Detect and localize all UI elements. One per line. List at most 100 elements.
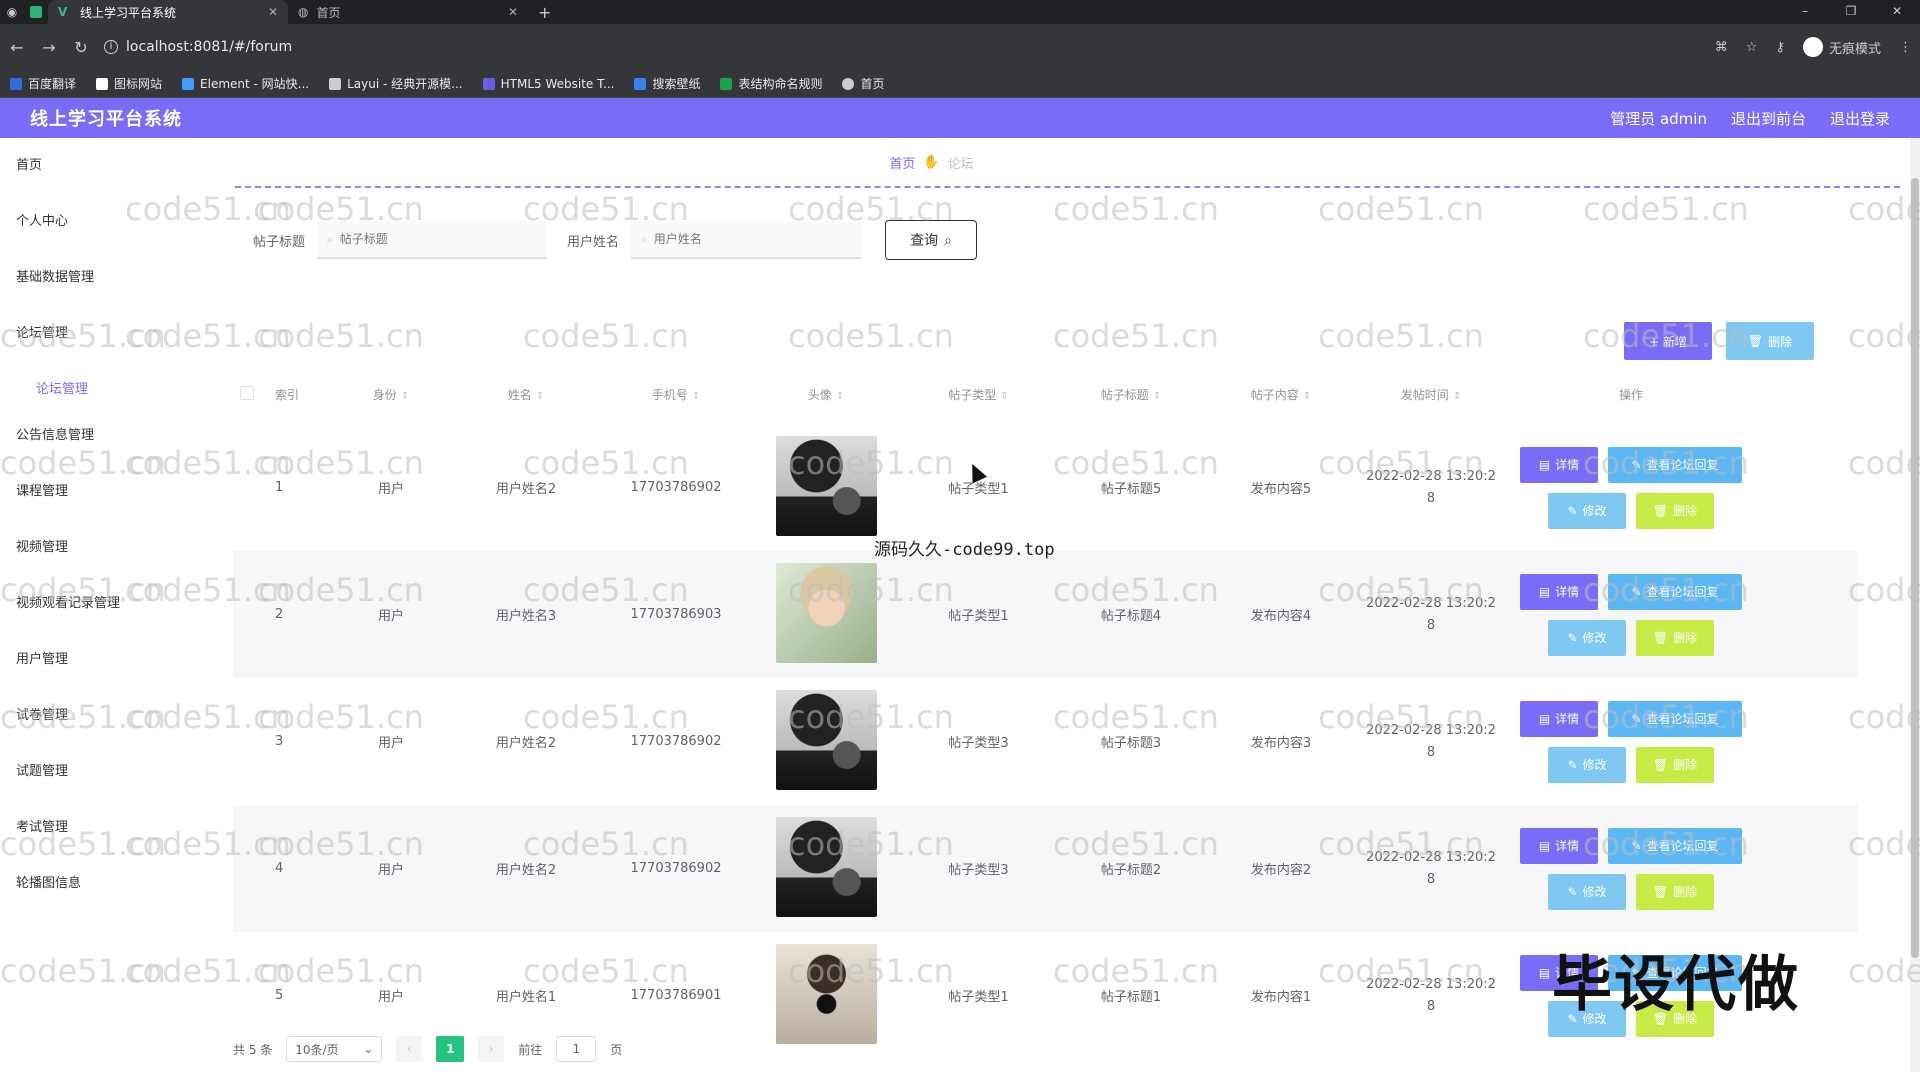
edit-button[interactable]: ✎ 修改	[1548, 492, 1626, 529]
col-title[interactable]: 帖子标题 ⇕	[1056, 386, 1206, 403]
edit-button[interactable]: ✎ 修改	[1548, 746, 1626, 783]
browser-menu-icon[interactable]: ◉	[0, 0, 24, 24]
tab-inactive[interactable]: ◍ 首页 ✕	[288, 0, 528, 24]
cell-avatar	[751, 435, 901, 540]
edit-icon: ✎	[1567, 757, 1578, 772]
col-type[interactable]: 帖子类型 ⇕	[901, 386, 1056, 403]
sidebar-item-watch-records[interactable]: 视频观看记录管理	[0, 586, 193, 642]
col-phone[interactable]: 手机号 ⇕	[601, 386, 751, 403]
close-tab-icon[interactable]: ✕	[268, 5, 278, 19]
page-number-current[interactable]: 1	[436, 1036, 465, 1062]
goto-page-input[interactable]: 1	[556, 1036, 597, 1062]
breadcrumb-home[interactable]: 首页	[889, 153, 915, 172]
cell-type: 帖子类型3	[948, 736, 1009, 751]
query-button[interactable]: 查询 ⌕	[885, 220, 978, 260]
bookmark-item[interactable]: 百度翻译	[10, 75, 76, 92]
reload-icon[interactable]: ↻	[72, 38, 90, 57]
exit-to-front-link[interactable]: 退出到前台	[1731, 108, 1806, 129]
edit-label: 修改	[1582, 631, 1607, 645]
view-replies-button[interactable]: ✎ 查看论坛回复	[1608, 573, 1742, 610]
sidebar-item-base-data[interactable]: 基础数据管理	[0, 260, 193, 316]
col-name[interactable]: 姓名 ⇕	[451, 386, 601, 403]
time-line1: 2022-02-28 13:20:2	[1366, 976, 1496, 992]
bookmark-item[interactable]: 表结构命名规则	[720, 75, 822, 92]
page-size-select[interactable]: 10条/页 ⌄	[286, 1036, 383, 1062]
translate-icon[interactable]: ⌘	[1715, 40, 1728, 55]
pagination: 共 5 条 10条/页 ⌄ ‹ 1 › 前往 1 页	[233, 1036, 622, 1062]
col-time-label: 发帖时间	[1400, 387, 1449, 402]
delete-button[interactable]: 🗑 删除	[1636, 619, 1714, 656]
key-icon[interactable]: ⚷	[1775, 40, 1785, 55]
edit-button[interactable]: ✎ 修改	[1548, 619, 1626, 656]
detail-button[interactable]: ▤ 详情	[1520, 446, 1598, 483]
close-tab-icon[interactable]: ✕	[508, 5, 518, 19]
kebab-menu-icon[interactable]: ⋮	[1899, 40, 1912, 55]
back-icon[interactable]: ←	[8, 38, 26, 57]
bookmark-item[interactable]: Layui - 经典开源模...	[329, 75, 463, 92]
profile-button[interactable]: 无痕模式	[1802, 37, 1881, 57]
query-button-label: 查询	[910, 232, 939, 248]
batch-delete-button[interactable]: 🗑 删除	[1726, 322, 1814, 360]
scrollbar-thumb[interactable]	[1911, 178, 1919, 958]
bookmark-icon	[482, 77, 495, 90]
delete-button[interactable]: 🗑 删除	[1636, 873, 1714, 910]
info-icon[interactable]: i	[104, 40, 118, 54]
sidebar-item-carousel[interactable]: 轮播图信息	[0, 866, 193, 922]
col-avatar[interactable]: 头像 ⇕	[751, 386, 901, 403]
detail-button[interactable]: ▤ 详情	[1520, 700, 1598, 737]
sidebar-item-profile[interactable]: 个人中心	[0, 204, 193, 260]
col-phone-label: 手机号	[651, 387, 688, 402]
col-content[interactable]: 帖子内容 ⇕	[1206, 386, 1356, 403]
view-replies-button[interactable]: ✎ 查看论坛回复	[1608, 827, 1742, 864]
bookmark-item[interactable]: 图标网站	[96, 75, 162, 92]
bookmark-item[interactable]: 首页	[842, 75, 885, 92]
url-field[interactable]: i localhost:8081/#/forum	[104, 32, 1701, 62]
next-page-button[interactable]: ›	[478, 1036, 505, 1062]
minimize-button[interactable]: –	[1782, 0, 1828, 24]
sidebar-item-users[interactable]: 用户管理	[0, 642, 193, 698]
prev-page-button[interactable]: ‹	[396, 1036, 423, 1062]
close-window-button[interactable]: ✕	[1874, 0, 1920, 24]
avatar	[775, 943, 877, 1044]
sidebar-subitem-forum[interactable]: 论坛管理	[0, 372, 193, 418]
cell-content: 发布内容3	[1250, 736, 1312, 751]
title-search-input[interactable]	[339, 232, 520, 246]
bookmark-item[interactable]: HTML5 Website T...	[482, 77, 614, 91]
view-replies-button[interactable]: ✎ 查看论坛回复	[1608, 446, 1742, 483]
bookmark-item[interactable]: 搜索壁纸	[634, 75, 700, 92]
page-scrollbar[interactable]	[1910, 138, 1920, 1072]
edit-button[interactable]: ✎ 修改	[1548, 873, 1626, 910]
tab-active[interactable]: V 线上学习平台系统 ✕	[48, 0, 288, 24]
restore-button[interactable]: ❐	[1828, 0, 1874, 24]
sidebar-item-exams[interactable]: 考试管理	[0, 810, 193, 866]
logout-link[interactable]: 退出登录	[1830, 108, 1890, 129]
bookmark-item[interactable]: Element - 网站快...	[182, 75, 309, 92]
bookmark-label: 搜索壁纸	[652, 77, 701, 91]
new-tab-button[interactable]: +	[528, 0, 561, 24]
add-button[interactable]: + 新增	[1624, 322, 1712, 360]
sidebar-item-notice[interactable]: 公告信息管理	[0, 418, 193, 474]
sidebar-item-home[interactable]: 首页	[0, 148, 193, 204]
sidebar-item-forum[interactable]: 论坛管理	[0, 316, 193, 372]
col-role[interactable]: 身份 ⇕	[331, 386, 451, 403]
sidebar-item-video[interactable]: 视频管理	[0, 530, 193, 586]
detail-button[interactable]: ▤ 详情	[1520, 827, 1598, 864]
cell-title: 帖子标题3	[1100, 736, 1162, 751]
col-time[interactable]: 发帖时间 ⇕	[1356, 386, 1506, 403]
bookmark-icon	[329, 77, 342, 90]
delete-button[interactable]: 🗑 删除	[1636, 492, 1714, 529]
sort-icon: ⇕	[1452, 390, 1462, 402]
delete-button[interactable]: 🗑 删除	[1636, 746, 1714, 783]
url-text: localhost:8081/#/forum	[126, 39, 293, 55]
edit-label: 修改	[1582, 885, 1607, 899]
view-replies-button[interactable]: ✎ 查看论坛回复	[1608, 700, 1742, 737]
forward-icon[interactable]: →	[40, 38, 58, 57]
detail-button[interactable]: ▤ 详情	[1520, 573, 1598, 610]
user-search-input[interactable]	[653, 232, 834, 246]
sidebar-item-papers[interactable]: 试卷管理	[0, 698, 193, 754]
select-all-checkbox[interactable]	[240, 385, 254, 400]
star-icon[interactable]: ☆	[1746, 40, 1758, 55]
sidebar-item-course[interactable]: 课程管理	[0, 474, 193, 530]
avatar	[775, 816, 877, 917]
sidebar-item-questions[interactable]: 试题管理	[0, 754, 193, 810]
